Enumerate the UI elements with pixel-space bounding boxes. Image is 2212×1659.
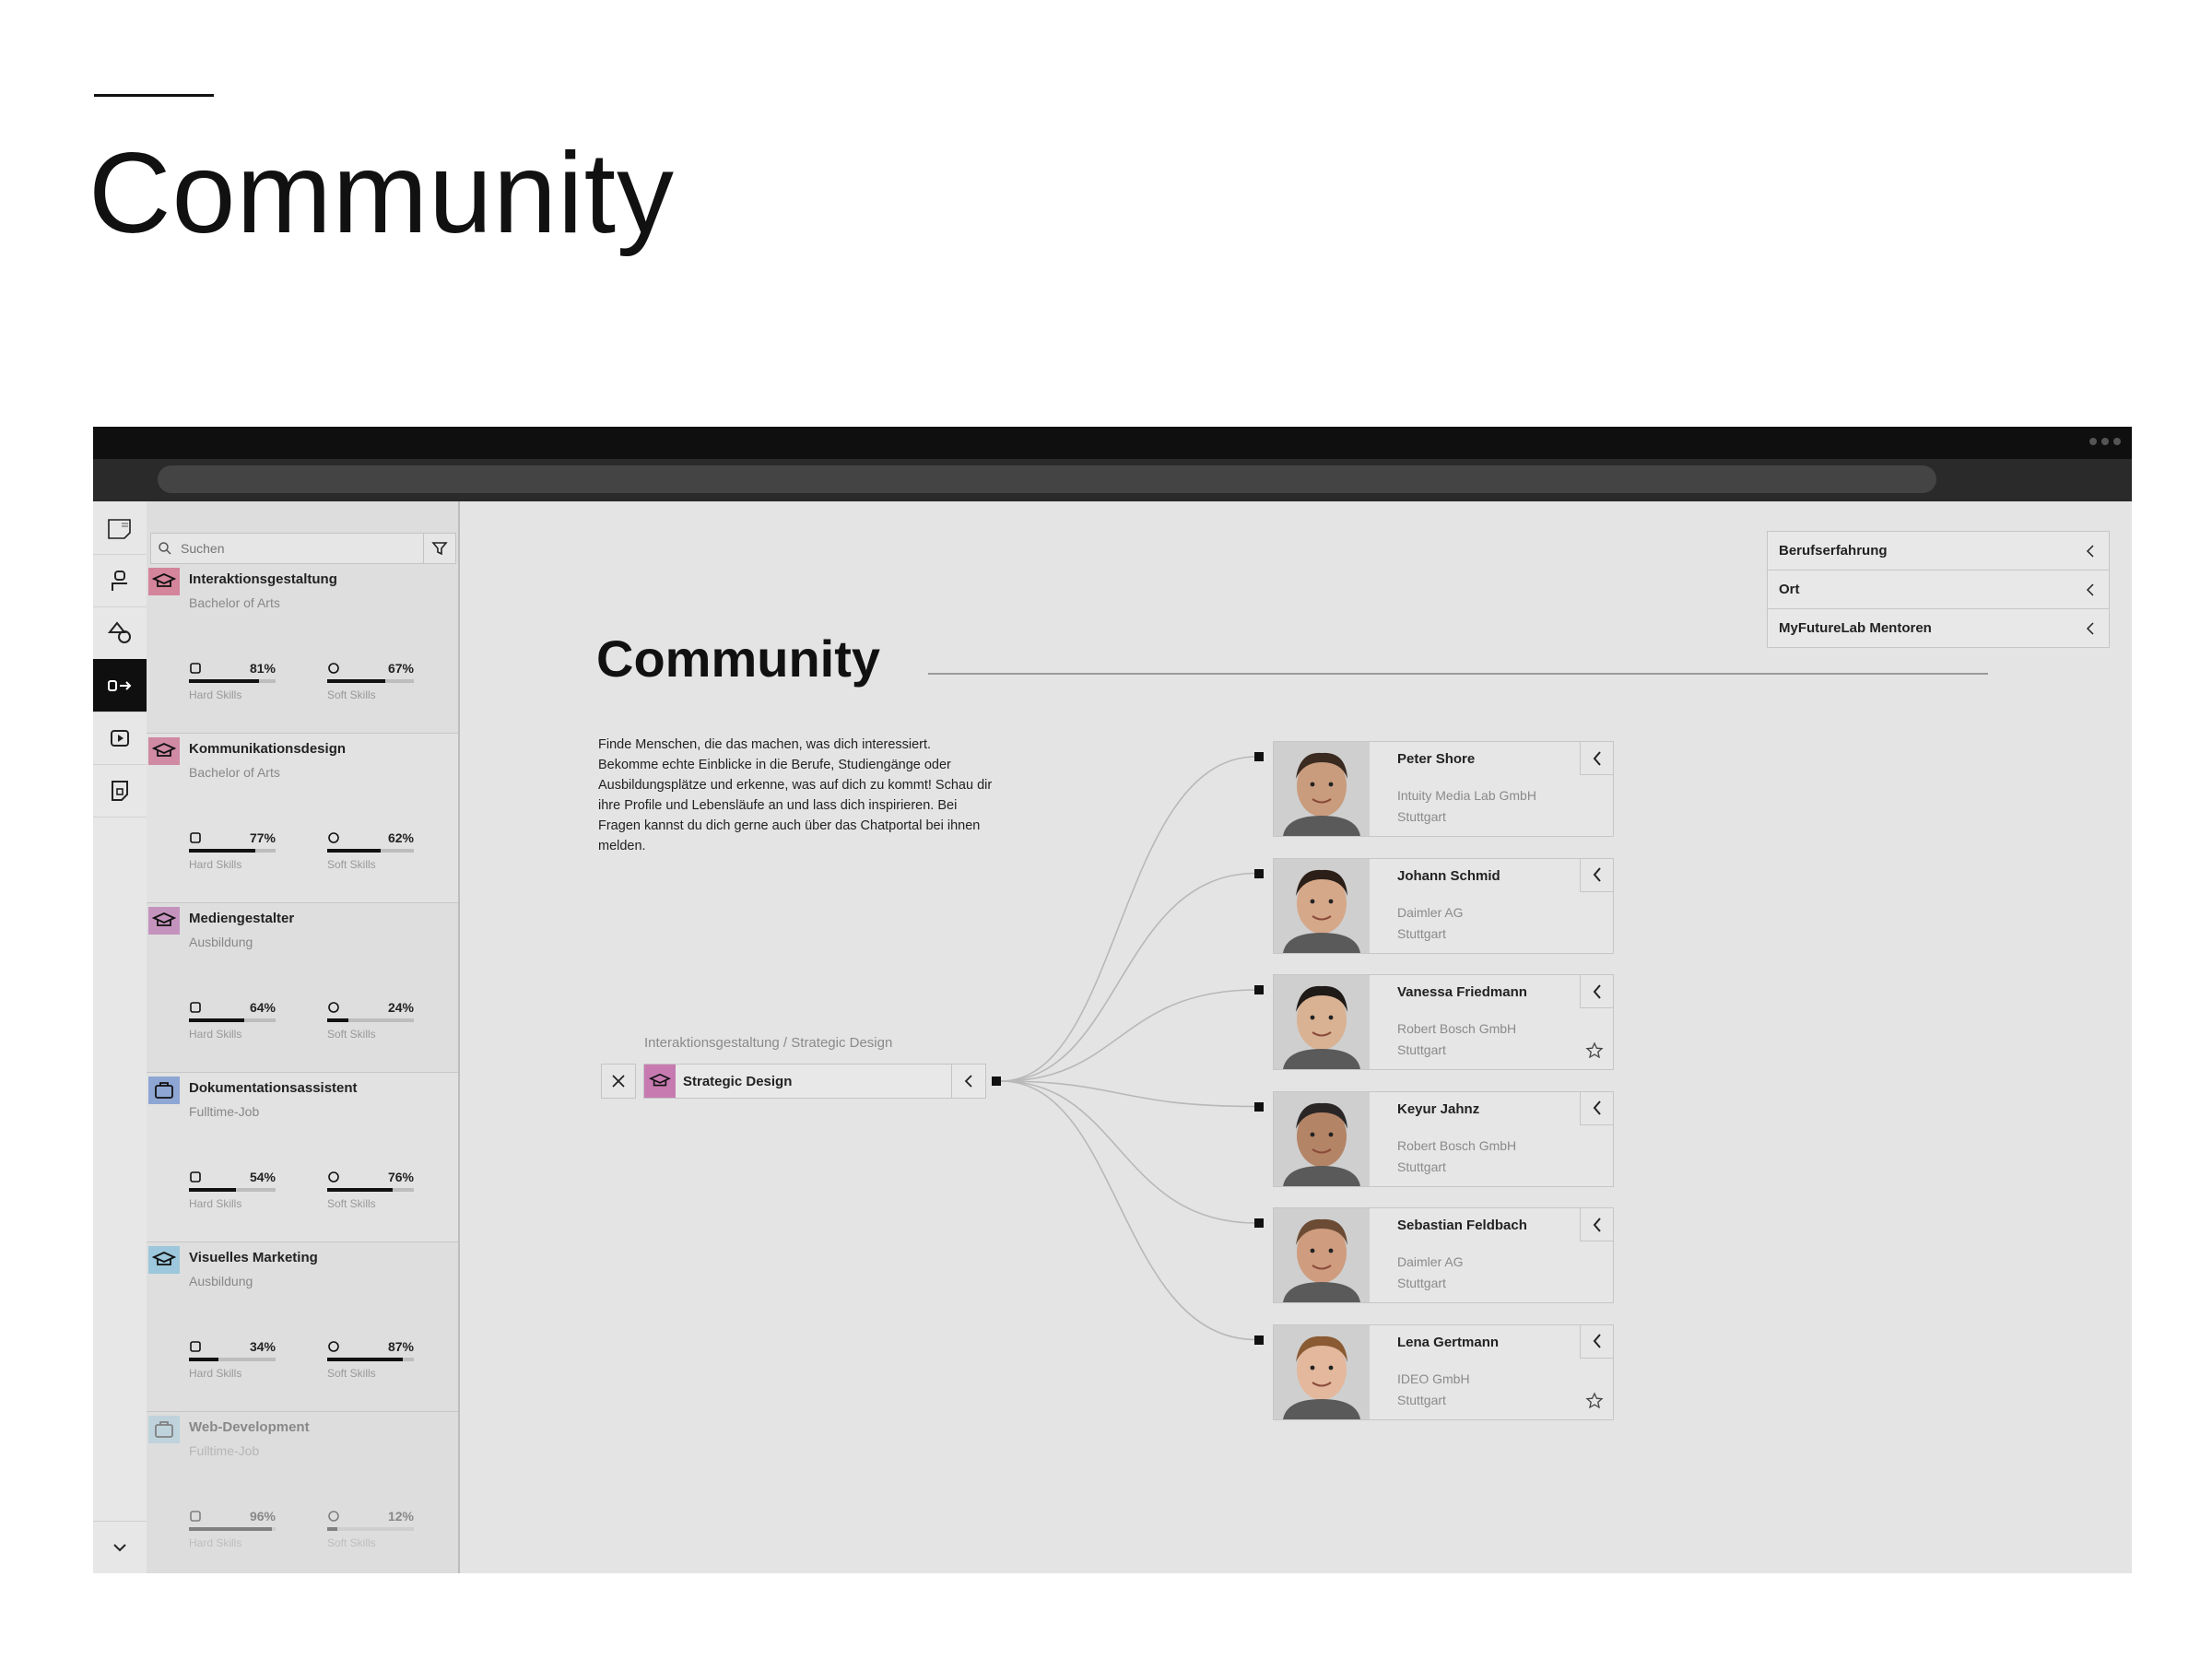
mentor-node bbox=[1254, 985, 1264, 994]
mentor-city: Stuttgart bbox=[1397, 1392, 1446, 1407]
chevron-left-icon bbox=[1593, 867, 1601, 882]
mentor-node bbox=[1254, 1101, 1264, 1112]
mentor-company: Daimler AG bbox=[1397, 1254, 1464, 1269]
mentor-city: Stuttgart bbox=[1397, 809, 1446, 824]
mentor-company: IDEO GmbH bbox=[1397, 1371, 1470, 1386]
mentor-card[interactable]: Lena Gertmann IDEO GmbH Stuttgart bbox=[1273, 1324, 1614, 1420]
mentor-name: Lena Gertmann bbox=[1397, 1334, 1500, 1350]
slide-title: Community bbox=[88, 130, 676, 257]
mentor-city: Stuttgart bbox=[1397, 1042, 1446, 1057]
mentor-city: Stuttgart bbox=[1397, 925, 1446, 941]
mentor-card[interactable]: Johann Schmid Daimler AG Stuttgart bbox=[1273, 857, 1614, 954]
slide-top-rule bbox=[94, 94, 214, 97]
source-node bbox=[992, 1077, 1001, 1086]
star-icon[interactable] bbox=[1585, 1041, 1604, 1060]
mentor-expand-button[interactable] bbox=[1580, 1324, 1613, 1359]
chevron-left-icon bbox=[964, 1075, 972, 1088]
filter-dropdowns: Berufserfahrung Ort MyFutureLab Mentoren bbox=[1767, 531, 2110, 648]
mentor-name: Johann Schmid bbox=[1397, 867, 1500, 884]
mentor-name: Sebastian Feldbach bbox=[1397, 1218, 1527, 1233]
mentor-name: Peter Shore bbox=[1397, 751, 1476, 767]
chevron-left-icon bbox=[1593, 1217, 1601, 1232]
chevron-left-icon bbox=[1593, 750, 1601, 766]
selected-program-field[interactable]: Strategic Design bbox=[643, 1064, 986, 1099]
filter-mentoren[interactable]: MyFutureLab Mentoren bbox=[1768, 609, 2109, 647]
chevron-left-icon bbox=[2086, 621, 2094, 635]
mentor-avatar bbox=[1274, 1324, 1370, 1419]
mentor-company: Robert Bosch GmbH bbox=[1397, 1137, 1517, 1153]
mentor-avatar bbox=[1274, 858, 1370, 953]
selected-program-label: Strategic Design bbox=[683, 1074, 793, 1089]
chevron-left-icon bbox=[1593, 983, 1601, 999]
mentor-company: Daimler AG bbox=[1397, 904, 1464, 920]
filter-ort[interactable]: Ort bbox=[1768, 571, 2109, 609]
mentor-node bbox=[1254, 1335, 1264, 1345]
chevron-left-icon bbox=[1593, 1334, 1601, 1348]
mentor-card[interactable]: Vanessa Friedmann Robert Bosch GmbH Stuttg… bbox=[1273, 974, 1614, 1070]
mentor-card[interactable]: Peter Shore Intuity Media Lab GmbH Stuttga… bbox=[1273, 741, 1614, 837]
mentor-city: Stuttgart bbox=[1397, 1276, 1446, 1290]
mentor-node bbox=[1254, 1218, 1264, 1228]
page-title: Community bbox=[596, 629, 880, 688]
chevron-left-icon bbox=[1593, 1100, 1601, 1115]
clear-selection-button[interactable] bbox=[601, 1064, 636, 1099]
mentor-expand-button[interactable] bbox=[1580, 975, 1613, 1008]
mentor-card[interactable]: Keyur Jahnz Robert Bosch GmbH Stuttgart bbox=[1273, 1090, 1614, 1187]
mentor-expand-button[interactable] bbox=[1580, 742, 1613, 775]
star-icon[interactable] bbox=[1585, 1391, 1604, 1410]
mentor-avatar bbox=[1274, 742, 1370, 836]
mentor-company: Intuity Media Lab GmbH bbox=[1397, 788, 1536, 803]
expand-selection-button[interactable] bbox=[951, 1065, 985, 1098]
close-icon bbox=[612, 1075, 625, 1088]
mentor-avatar bbox=[1274, 1091, 1370, 1186]
mentor-company: Robert Bosch GmbH bbox=[1397, 1021, 1517, 1036]
mentor-expand-button[interactable] bbox=[1580, 1208, 1613, 1241]
mentor-expand-button[interactable] bbox=[1580, 858, 1613, 892]
breadcrumb: Interaktionsgestaltung / Strategic Desig… bbox=[644, 1035, 893, 1051]
mentor-avatar bbox=[1274, 975, 1370, 1069]
mentor-node bbox=[1254, 752, 1264, 761]
mentor-node bbox=[1254, 868, 1264, 878]
app-window: InteraktionsgestaltungBachelor of Arts81… bbox=[93, 427, 2132, 1573]
mentor-avatar bbox=[1274, 1208, 1370, 1302]
mentor-city: Stuttgart bbox=[1397, 1159, 1446, 1174]
chevron-left-icon bbox=[2086, 544, 2094, 558]
mentor-card[interactable]: Sebastian Feldbach Daimler AG Stuttgart bbox=[1273, 1207, 1614, 1303]
chevron-left-icon bbox=[2086, 582, 2094, 596]
filter-berufserfahrung[interactable]: Berufserfahrung bbox=[1768, 532, 2109, 571]
mentor-name: Vanessa Friedmann bbox=[1397, 984, 1527, 1000]
mentor-name: Keyur Jahnz bbox=[1397, 1100, 1480, 1117]
title-divider bbox=[928, 673, 1988, 675]
graduation-cap-icon bbox=[644, 1065, 676, 1098]
intro-text: Finde Menschen, die das machen, was dich… bbox=[598, 737, 993, 853]
mentor-expand-button[interactable] bbox=[1580, 1091, 1613, 1125]
selected-program: Strategic Design bbox=[601, 1064, 986, 1099]
